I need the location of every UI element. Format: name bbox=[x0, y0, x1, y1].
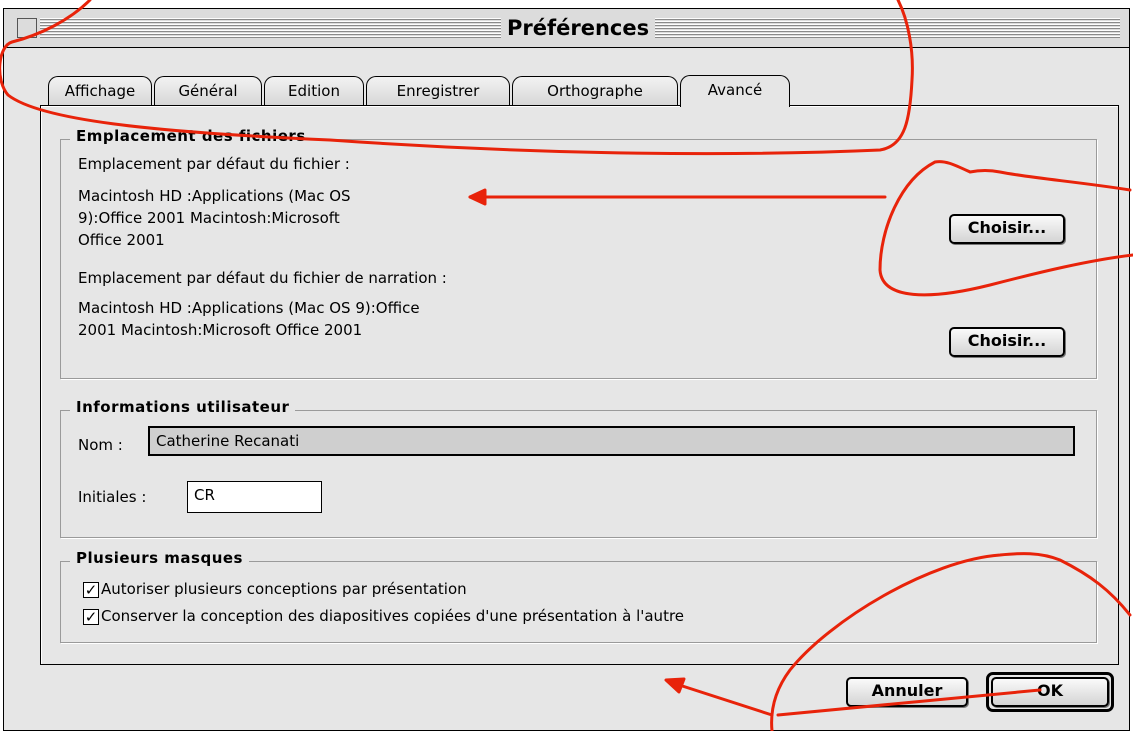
default-file-path-line1: Macintosh HD :Applications (Mac OS bbox=[78, 187, 351, 205]
tab-general[interactable]: Général bbox=[154, 76, 262, 106]
allow-multiple-designs-label[interactable]: Autoriser plusieurs conceptions par prés… bbox=[101, 579, 467, 600]
close-box[interactable] bbox=[17, 18, 37, 38]
tab-orthographe[interactable]: Orthographe bbox=[512, 76, 678, 106]
group-multiple-masters-heading: Plusieurs masques bbox=[70, 549, 249, 567]
choose-default-file-button[interactable]: Choisir... bbox=[949, 214, 1065, 244]
keep-slide-design-label[interactable]: Conserver la conception des diapositives… bbox=[101, 606, 684, 627]
cancel-button[interactable]: Annuler bbox=[846, 677, 968, 707]
initials-field[interactable]: CR bbox=[187, 481, 322, 513]
tab-avance[interactable]: Avancé bbox=[680, 75, 790, 107]
default-file-label: Emplacement par défaut du fichier : bbox=[78, 155, 350, 173]
default-file-path-line3: Office 2001 bbox=[78, 231, 165, 249]
group-multiple-masters bbox=[60, 561, 1097, 643]
window-title: Préférences bbox=[501, 15, 656, 41]
default-file-path-line2: 9):Office 2001 Macintosh:Microsoft bbox=[78, 209, 340, 227]
narration-path-line2: 2001 Macintosh:Microsoft Office 2001 bbox=[78, 321, 363, 339]
group-file-locations-heading: Emplacement des fichiers bbox=[70, 127, 312, 145]
narration-file-label: Emplacement par défaut du fichier de nar… bbox=[78, 269, 447, 287]
ok-button[interactable]: OK bbox=[991, 677, 1109, 707]
choose-narration-file-button[interactable]: Choisir... bbox=[949, 327, 1065, 357]
keep-slide-design-checkbox[interactable]: ✓ bbox=[83, 609, 99, 625]
narration-path-line1: Macintosh HD :Applications (Mac OS 9):Of… bbox=[78, 299, 420, 317]
preferences-window: Préférences Affichage Général Edition En… bbox=[3, 8, 1130, 731]
group-user-info-heading: Informations utilisateur bbox=[70, 398, 296, 416]
tab-enregistrer[interactable]: Enregistrer bbox=[366, 76, 510, 106]
allow-multiple-designs-checkbox[interactable]: ✓ bbox=[83, 582, 99, 598]
initials-label: Initiales : bbox=[78, 488, 147, 506]
tab-edition[interactable]: Edition bbox=[264, 76, 364, 106]
name-field[interactable]: Catherine Recanati bbox=[148, 426, 1075, 456]
group-file-locations bbox=[60, 139, 1097, 379]
name-label: Nom : bbox=[78, 436, 123, 454]
title-bar[interactable]: Préférences bbox=[4, 9, 1129, 48]
tab-panel-avance: Emplacement des fichiers Emplacement par… bbox=[40, 105, 1119, 665]
tab-affichage[interactable]: Affichage bbox=[48, 76, 152, 106]
